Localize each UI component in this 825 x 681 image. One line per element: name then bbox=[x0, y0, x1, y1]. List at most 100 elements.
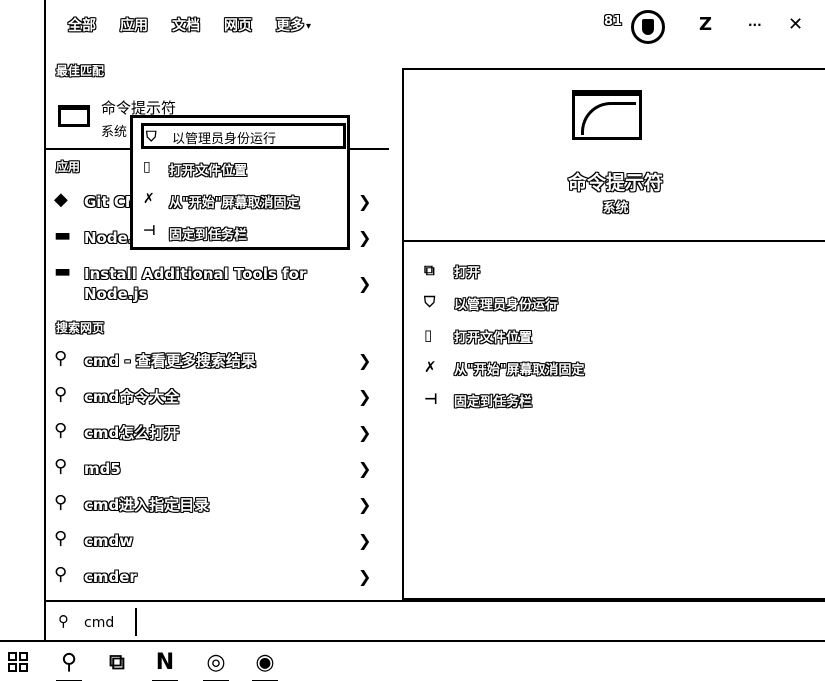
search-icon: ⚲ bbox=[54, 492, 68, 513]
list-item-label: cmd怎么打开 bbox=[84, 424, 180, 442]
action-label: 打开文件位置 bbox=[454, 331, 533, 346]
start-icon-pane bbox=[8, 652, 17, 661]
list-item-label: md5 bbox=[84, 460, 121, 478]
context-menu: ⛉ 以管理员身份运行 ▯ 打开文件位置 ✗ 从"开始"屏幕取消固定 ⊣ 固定到任… bbox=[130, 115, 350, 250]
search-icon: ⚲ bbox=[54, 348, 68, 369]
node-icon: ▬ bbox=[54, 225, 72, 246]
action-pin-to-taskbar[interactable]: ⊣ 固定到任务栏 bbox=[424, 389, 724, 413]
action-unpin-from-start[interactable]: ✗ 从"开始"屏幕取消固定 bbox=[424, 357, 724, 381]
chevron-right-icon[interactable]: ❯ bbox=[358, 567, 371, 586]
chrome-icon[interactable]: ◎ bbox=[199, 646, 233, 681]
shield-icon: ⛉ bbox=[146, 129, 157, 145]
chevron-right-icon[interactable]: ❯ bbox=[358, 274, 371, 293]
start-menu: 全部 应用 文档 网页 更多 ▾ 81 Z ··· ✕ 最佳匹配 命令提示符 系统… bbox=[44, 0, 825, 640]
list-item-label: Install Additional Tools for Node.js bbox=[84, 265, 307, 303]
chevron-right-icon[interactable]: ❯ bbox=[358, 459, 371, 478]
tab-more-label: 更多 bbox=[276, 18, 304, 34]
taskbar: ⚲ ⧉ N ◎ ◉ bbox=[0, 640, 825, 681]
search-icon: ⚲ bbox=[54, 564, 68, 585]
start-icon-pane bbox=[19, 663, 28, 672]
context-item-label: 打开文件位置 bbox=[169, 164, 248, 179]
list-item-label: cmdw bbox=[84, 532, 134, 550]
pin-icon: ⊣ bbox=[424, 390, 438, 408]
best-match-label: 最佳匹配 bbox=[56, 64, 105, 78]
chevron-right-icon[interactable]: ❯ bbox=[358, 351, 371, 370]
tab-web[interactable]: 网页 bbox=[224, 16, 252, 36]
list-item[interactable]: ⚲ cmdw ❯ bbox=[46, 529, 389, 557]
preview-subtitle: 系统 bbox=[602, 201, 629, 216]
list-item[interactable]: ⚲ cmder ❯ bbox=[46, 565, 389, 593]
preview-header: 命令提示符 系统 bbox=[404, 70, 825, 242]
list-item-label: cmder bbox=[84, 568, 137, 586]
chrome-canary-icon[interactable]: ◉ bbox=[248, 646, 282, 681]
list-item[interactable]: ⚲ cmd进入指定目录 ❯ bbox=[46, 493, 389, 521]
task-view-icon[interactable]: ⧉ bbox=[100, 646, 134, 680]
onenote-icon[interactable]: N bbox=[148, 646, 182, 681]
list-item-label: cmd - 查看更多搜索结果 bbox=[84, 352, 256, 370]
options-button[interactable]: ··· bbox=[748, 14, 762, 36]
pin-icon: ⊣ bbox=[143, 223, 156, 239]
chevron-right-icon[interactable]: ❯ bbox=[358, 495, 371, 514]
action-open-file-location[interactable]: ▯ 打开文件位置 bbox=[424, 325, 724, 349]
git-icon: ◆ bbox=[54, 189, 68, 210]
list-item[interactable]: ⚲ cmd命令大全 ❯ bbox=[46, 385, 389, 413]
search-icon: ⚲ bbox=[54, 456, 68, 477]
context-item-label: 以管理员身份运行 bbox=[172, 132, 277, 147]
rewards-points: 81 bbox=[604, 14, 623, 29]
folder-icon: ▯ bbox=[143, 159, 151, 175]
list-item-label: cmd命令大全 bbox=[84, 388, 180, 406]
context-open-file-location[interactable]: ▯ 打开文件位置 bbox=[141, 156, 346, 182]
chevron-right-icon[interactable]: ❯ bbox=[358, 387, 371, 406]
shield-icon: ⛉ bbox=[424, 293, 436, 311]
search-icon: ⚲ bbox=[54, 384, 68, 405]
context-item-label: 固定到任务栏 bbox=[169, 228, 248, 243]
list-item[interactable]: ⚲ md5 ❯ bbox=[46, 457, 389, 485]
tab-all[interactable]: 全部 bbox=[68, 16, 96, 36]
close-button[interactable]: ✕ bbox=[788, 14, 803, 36]
chevron-right-icon[interactable]: ❯ bbox=[358, 531, 371, 550]
chevron-down-icon: ▾ bbox=[306, 21, 312, 32]
open-icon: ⧉ bbox=[424, 261, 435, 279]
context-pin-to-taskbar[interactable]: ⊣ 固定到任务栏 bbox=[141, 220, 346, 246]
trophy-icon[interactable] bbox=[631, 10, 665, 44]
chevron-right-icon[interactable]: ❯ bbox=[358, 423, 371, 442]
list-item[interactable]: ⚲ cmd怎么打开 ❯ bbox=[46, 421, 389, 449]
chevron-right-icon[interactable]: ❯ bbox=[358, 192, 371, 211]
list-item[interactable]: ▬ Install Additional Tools for Node.js ❯ bbox=[46, 262, 389, 308]
context-run-as-admin[interactable]: ⛉ 以管理员身份运行 bbox=[141, 123, 346, 149]
list-item[interactable]: ⚲ cmd - 查看更多搜索结果 ❯ bbox=[46, 349, 389, 377]
action-label: 打开 bbox=[454, 266, 481, 281]
best-match-subtitle: 系统 bbox=[101, 125, 128, 140]
web-search-label: 搜索网页 bbox=[56, 321, 105, 335]
action-label: 固定到任务栏 bbox=[454, 395, 533, 410]
feedback-button[interactable]: Z bbox=[699, 14, 712, 36]
context-item-label: 从"开始"屏幕取消固定 bbox=[169, 196, 300, 211]
text-caret bbox=[135, 608, 137, 636]
action-open[interactable]: ⧉ 打开 bbox=[424, 260, 724, 284]
search-box[interactable]: ⚲ bbox=[46, 600, 825, 640]
tab-apps[interactable]: 应用 bbox=[120, 16, 148, 36]
start-icon-pane bbox=[19, 652, 28, 661]
folder-icon: ▯ bbox=[424, 326, 433, 344]
chevron-right-icon[interactable]: ❯ bbox=[358, 228, 371, 247]
action-label: 从"开始"屏幕取消固定 bbox=[454, 363, 585, 378]
apps-label: 应用 bbox=[56, 160, 81, 174]
node-icon: ▬ bbox=[54, 261, 72, 282]
unpin-icon: ✗ bbox=[143, 191, 155, 207]
tab-documents[interactable]: 文档 bbox=[172, 16, 200, 36]
preview-panel: 命令提示符 系统 ⧉ 打开 ⛉ 以管理员身份运行 ▯ 打开文件位置 ✗ 从"开始… bbox=[402, 68, 825, 600]
command-prompt-icon bbox=[572, 90, 642, 140]
tab-more[interactable]: 更多 ▾ bbox=[276, 16, 311, 37]
search-icon: ⚲ bbox=[54, 528, 68, 549]
action-run-as-admin[interactable]: ⛉ 以管理员身份运行 bbox=[424, 292, 724, 316]
list-item-label: cmd进入指定目录 bbox=[84, 496, 210, 514]
context-unpin-from-start[interactable]: ✗ 从"开始"屏幕取消固定 bbox=[141, 188, 346, 214]
search-icon[interactable]: ⚲ bbox=[52, 646, 86, 681]
preview-title: 命令提示符 bbox=[567, 172, 663, 194]
search-icon: ⚲ bbox=[54, 420, 68, 441]
start-icon-pane bbox=[8, 663, 17, 672]
search-input[interactable] bbox=[84, 612, 384, 634]
start-icon[interactable] bbox=[8, 652, 30, 674]
action-label: 以管理员身份运行 bbox=[454, 298, 559, 313]
search-filter-bar: 全部 应用 文档 网页 更多 ▾ 81 Z ··· ✕ bbox=[46, 0, 825, 55]
